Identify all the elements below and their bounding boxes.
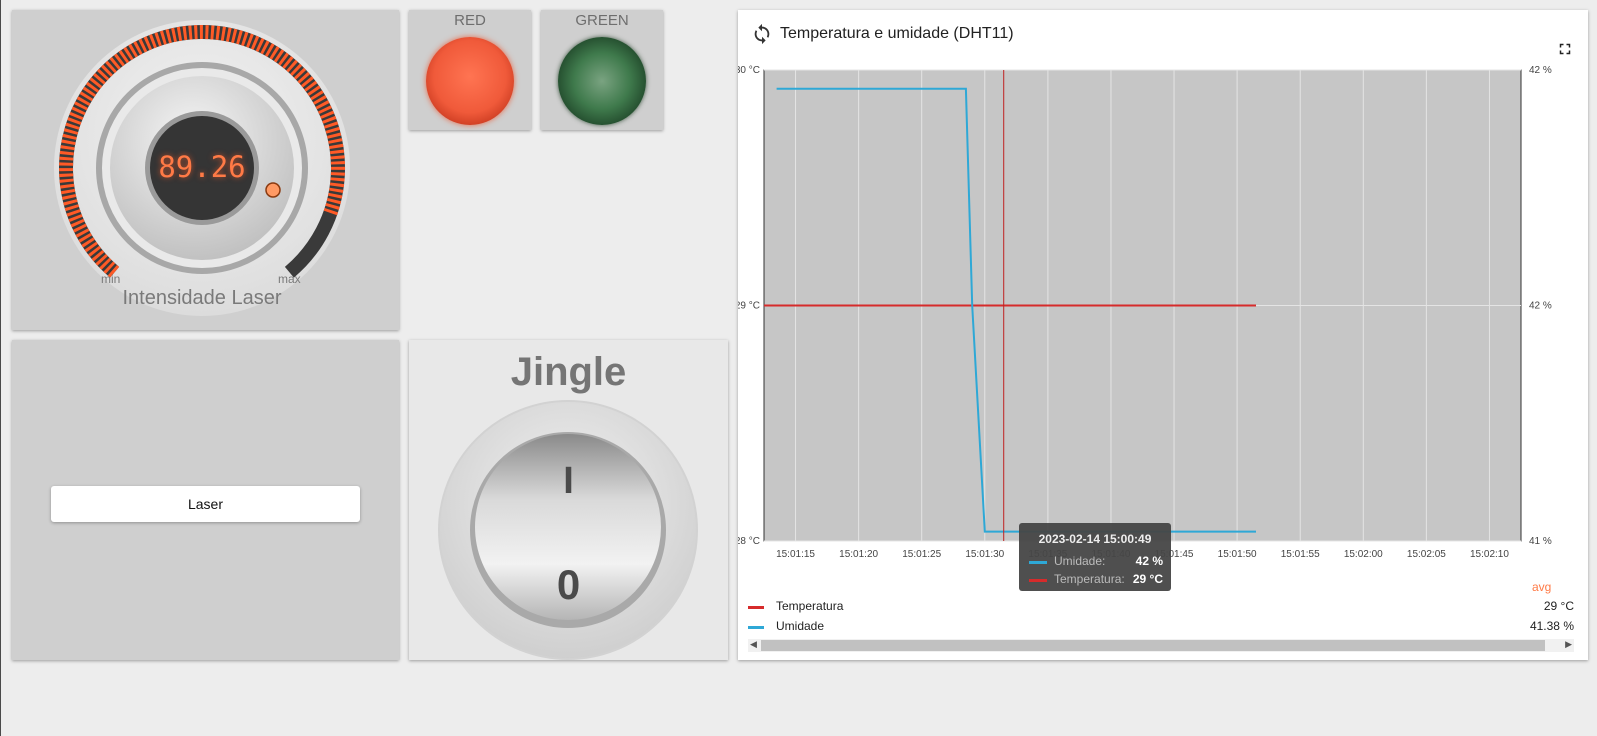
knob-min-label: min	[101, 272, 121, 286]
horizontal-scrollbar[interactable]: ◀ ▶	[748, 639, 1574, 652]
x-tick-label: 15:02:00	[1344, 549, 1383, 560]
laser-button-card: Laser	[12, 340, 399, 660]
tooltip-time: 2023-02-14 15:00:49	[1038, 532, 1152, 546]
legend-swatch	[748, 626, 764, 629]
tooltip-row-name: Temperatura:	[1054, 572, 1125, 586]
x-tick-label: 15:01:50	[1218, 549, 1257, 560]
y-left-tick-label: 30 °C	[738, 65, 760, 76]
x-tick-label: 15:01:15	[776, 549, 815, 560]
tooltip-row: Temperatura: 29 °C	[1029, 572, 1163, 588]
x-tick-label: 15:01:25	[902, 549, 941, 560]
legend-name: Temperatura	[776, 599, 844, 613]
red-led-indicator	[426, 37, 514, 125]
laser-button[interactable]: Laser	[51, 486, 360, 522]
temperature-humidity-chart-card: Temperatura e umidade (DHT11) 15:01:15 15…	[738, 10, 1588, 660]
x-tick-label: 15:01:55	[1281, 549, 1320, 560]
legend-avg-value: 41.38 %	[1529, 619, 1574, 633]
legend-swatch	[748, 606, 764, 609]
knob-max-label: max	[278, 272, 301, 286]
jingle-switch-card: Jingle I 0	[409, 340, 728, 660]
switch-on-label: I	[563, 460, 574, 502]
tooltip-row-value: 29 °C	[1132, 572, 1163, 586]
knob-value: 89.26	[158, 150, 246, 184]
tooltip-row: Umidade: 42 %	[1029, 554, 1163, 570]
avg-label: avg	[1532, 580, 1552, 594]
line-chart: 15:01:1515:01:2015:01:2515:01:3015:01:35…	[738, 65, 1552, 560]
y-left-tick-label: 29 °C	[738, 301, 760, 312]
y-right-tick-label: 42 %	[1529, 65, 1552, 76]
red-led-card: RED	[409, 10, 531, 130]
y-right-tick-label: 42 %	[1529, 301, 1552, 312]
green-led-card: GREEN	[541, 10, 663, 130]
red-led-label: RED	[454, 12, 486, 29]
scroll-right-icon[interactable]: ▶	[1565, 639, 1572, 650]
tooltip-row-name: Umidade:	[1054, 554, 1106, 568]
knob-title: Intensidade Laser	[122, 287, 282, 309]
y-left-tick-label: 28 °C	[738, 536, 760, 547]
switch-off-label: 0	[556, 561, 581, 608]
x-tick-label: 15:02:05	[1407, 549, 1446, 560]
legend-avg-value: 29 °C	[1543, 599, 1574, 613]
chart-tooltip: 2023-02-14 15:00:49 Umidade: 42 % Temper…	[1019, 523, 1171, 591]
x-tick-label: 15:01:20	[839, 549, 878, 560]
y-right-tick-label: 41 %	[1529, 536, 1552, 547]
green-led-indicator	[558, 37, 646, 125]
scrollbar-thumb[interactable]	[761, 640, 1545, 651]
tooltip-row-value: 42 %	[1135, 554, 1163, 568]
laser-intensity-knob-card: 89.26 min max Intensidade Laser	[12, 10, 399, 330]
legend-name: Umidade	[776, 619, 825, 633]
scroll-left-icon[interactable]: ◀	[750, 639, 757, 650]
green-led-label: GREEN	[575, 12, 629, 29]
x-tick-label: 15:01:30	[965, 549, 1004, 560]
x-tick-label: 15:02:10	[1470, 549, 1509, 560]
